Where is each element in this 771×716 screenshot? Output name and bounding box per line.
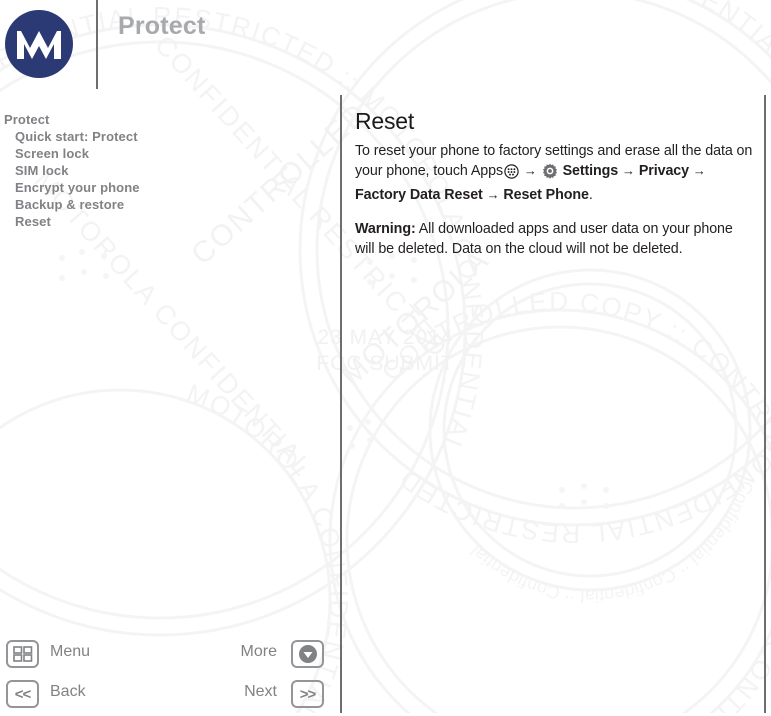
more-button[interactable] [291, 640, 324, 668]
step-privacy: Privacy [638, 163, 690, 179]
settings-gear-icon [542, 163, 558, 185]
sidebar-item-backup-restore[interactable]: Backup & restore [4, 196, 334, 213]
apps-grid-icon [504, 164, 519, 185]
step-factory-data-reset: Factory Data Reset [355, 187, 483, 203]
double-chevron-left-icon: << [6, 680, 39, 708]
sidebar-item-encrypt-your-phone[interactable]: Encrypt your phone [4, 179, 334, 196]
warning-paragraph: Warning: All downloaded apps and user da… [355, 219, 755, 259]
sentence-period: . [588, 187, 593, 203]
main-content: Reset To reset your phone to factory set… [355, 108, 755, 273]
page-title: Protect [118, 12, 206, 40]
sidebar-nav: Protect Quick start: Protect Screen lock… [4, 111, 334, 230]
step-reset-phone: Reset Phone [503, 187, 589, 203]
grid-menu-icon [6, 640, 39, 668]
nav-row-back-next: << Back Next >> [0, 680, 330, 716]
column-divider [340, 95, 342, 713]
arrow-separator-2: → [622, 163, 635, 178]
reset-instructions-paragraph: To reset your phone to factory settings … [355, 141, 755, 205]
back-label[interactable]: Back [50, 683, 86, 701]
step-settings: Settings [562, 163, 619, 179]
section-heading: Reset [355, 108, 415, 134]
more-label[interactable]: More [241, 643, 277, 661]
nav-row-menu-more: Menu More [0, 640, 330, 676]
sidebar-item-quick-start-protect[interactable]: Quick start: Protect [4, 128, 334, 145]
next-button[interactable]: >> [291, 680, 324, 708]
sidebar-item-sim-lock[interactable]: SIM lock [4, 162, 334, 179]
chevron-down-circle-icon [291, 640, 324, 668]
arrow-separator-3: → [692, 163, 706, 178]
next-label[interactable]: Next [244, 683, 277, 701]
sidebar-item-screen-lock[interactable]: Screen lock [4, 145, 334, 162]
double-chevron-right-icon: >> [291, 680, 324, 708]
back-button[interactable]: << [6, 680, 39, 708]
arrow-separator-1: → [523, 163, 537, 178]
header-divider [96, 0, 98, 89]
right-page-divider [764, 95, 766, 713]
next-glyph: >> [299, 685, 317, 703]
warning-label: Warning: [355, 221, 416, 237]
sidebar-section-title: Protect [4, 112, 50, 127]
back-glyph: << [14, 685, 32, 703]
arrow-separator-4: → [486, 187, 500, 202]
motorola-batwing-logo-icon [5, 10, 73, 78]
bottom-navigation-bar: Menu More << Back Next >> [0, 638, 341, 713]
sidebar-item-reset[interactable]: Reset [4, 213, 334, 230]
menu-label[interactable]: Menu [50, 643, 90, 661]
menu-button[interactable] [6, 640, 39, 668]
